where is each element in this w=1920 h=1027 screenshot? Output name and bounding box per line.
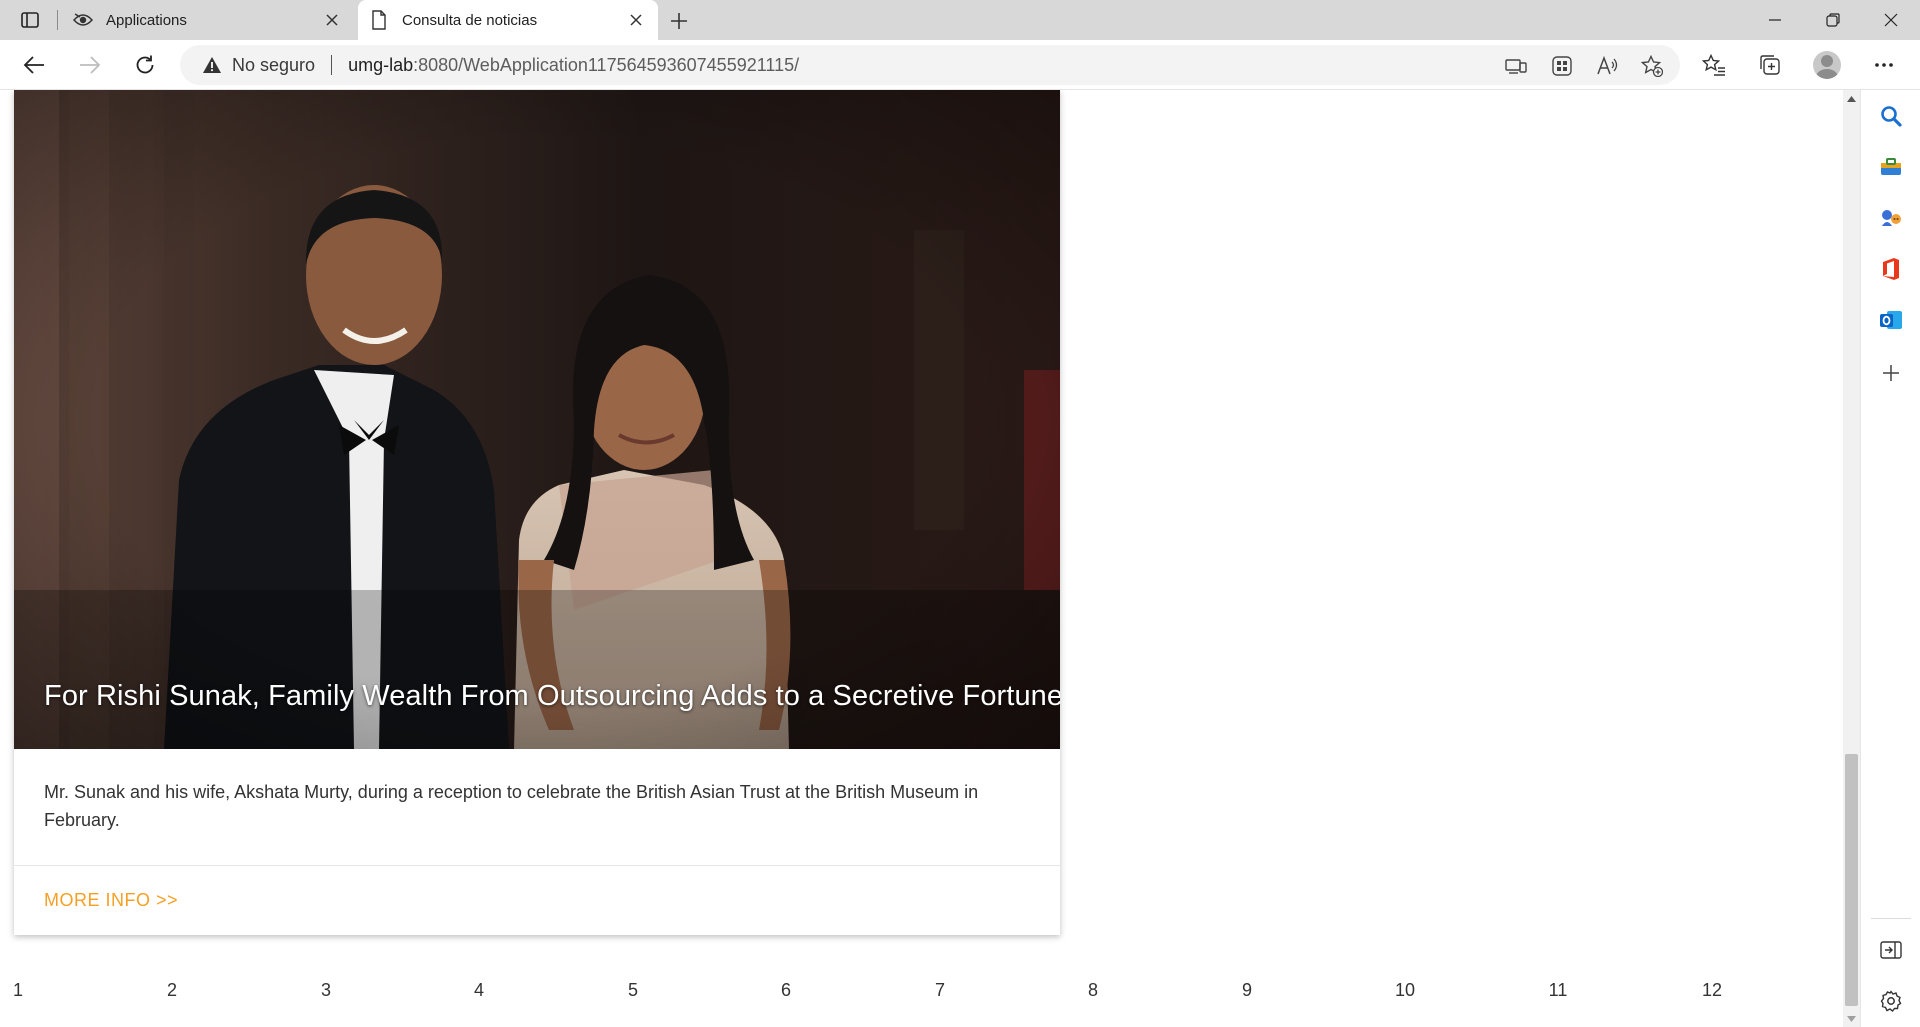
vertical-scrollbar[interactable] — [1843, 90, 1860, 1027]
close-window-icon[interactable] — [1868, 0, 1914, 40]
favorites-icon[interactable] — [1698, 49, 1730, 81]
back-icon[interactable] — [18, 49, 50, 81]
read-aloud-icon[interactable] — [1596, 55, 1618, 77]
add-favorite-icon[interactable] — [1641, 55, 1663, 77]
more-options-icon[interactable] — [1868, 49, 1900, 81]
outlook-icon[interactable] — [1876, 305, 1906, 335]
collections-icon[interactable] — [1754, 49, 1786, 81]
article-headline[interactable]: For Rishi Sunak, Family Wealth From Outs… — [44, 680, 1060, 713]
settings-icon[interactable] — [1876, 986, 1906, 1016]
refresh-icon[interactable] — [129, 49, 161, 81]
news-card: For Rishi Sunak, Family Wealth From Outs… — [14, 90, 1060, 935]
page-link[interactable]: 4 — [474, 980, 484, 1001]
tab-applications[interactable]: Applications — [62, 0, 354, 40]
page-link[interactable]: 11 — [1549, 980, 1568, 1001]
page-viewport: For Rishi Sunak, Family Wealth From Outs… — [0, 90, 1843, 1027]
office-icon[interactable] — [1876, 254, 1906, 284]
page-link[interactable]: 3 — [321, 980, 331, 1001]
address-bar[interactable]: No seguro umg-lab:8080/WebApplication117… — [180, 45, 1680, 85]
address-divider — [331, 55, 333, 75]
tab-consulta-de-noticias[interactable]: Consulta de noticias — [358, 0, 658, 40]
article-caption: Mr. Sunak and his wife, Akshata Murty, d… — [44, 782, 979, 830]
tab-separator — [57, 10, 58, 30]
sidebar-divider — [1871, 918, 1911, 919]
eye-favicon-icon — [72, 9, 94, 31]
warning-icon[interactable] — [202, 55, 222, 75]
forward-icon — [74, 49, 106, 81]
page-link[interactable]: 9 — [1242, 980, 1252, 1001]
page-link[interactable]: 2 — [167, 980, 177, 1001]
add-icon[interactable] — [1876, 358, 1906, 388]
hide-sidebar-icon[interactable] — [1876, 935, 1906, 965]
tab-title: Consulta de noticias — [402, 11, 538, 29]
url-text[interactable]: umg-lab:8080/WebApplication1175645936074… — [348, 55, 799, 76]
page-link[interactable]: 12 — [1702, 980, 1722, 1001]
apps-icon[interactable] — [1551, 55, 1573, 77]
edge-sidebar — [1860, 90, 1920, 1027]
page-link[interactable]: 5 — [628, 980, 638, 1001]
page-link[interactable]: 6 — [781, 980, 791, 1001]
page-link[interactable]: 7 — [935, 980, 945, 1001]
search-icon[interactable] — [1876, 101, 1906, 131]
browser-toolbar: No seguro umg-lab:8080/WebApplication117… — [0, 40, 1920, 90]
tab-title: Applications — [106, 11, 187, 29]
close-tab-icon[interactable] — [624, 8, 648, 32]
page-link[interactable]: 1 — [13, 980, 23, 1001]
device-icon[interactable] — [1505, 55, 1527, 77]
minimize-icon[interactable] — [1752, 0, 1798, 40]
restore-icon[interactable] — [1810, 0, 1856, 40]
url-path: :8080/WebApplication11756459360745592111… — [413, 54, 800, 75]
pagination: 1 2 3 4 5 6 7 8 9 10 11 12 — [0, 980, 1843, 1010]
scroll-down-icon[interactable] — [1843, 1010, 1860, 1027]
scroll-up-icon[interactable] — [1843, 90, 1860, 107]
security-status[interactable]: No seguro — [232, 55, 315, 76]
more-info-link[interactable]: MORE INFO >> — [44, 890, 178, 911]
url-host: umg-lab — [348, 54, 414, 75]
tools-icon[interactable] — [1876, 152, 1906, 182]
close-tab-icon[interactable] — [320, 8, 344, 32]
tab-strip: Applications Consulta de noticias — [0, 0, 1920, 40]
games-icon[interactable] — [1876, 203, 1906, 233]
page-link[interactable]: 10 — [1395, 980, 1415, 1001]
card-divider — [14, 865, 1060, 866]
tab-actions-icon[interactable] — [14, 8, 46, 32]
new-tab-icon[interactable] — [664, 6, 694, 36]
profile-avatar[interactable] — [1813, 51, 1841, 79]
page-favicon-icon — [368, 9, 390, 31]
page-link[interactable]: 8 — [1088, 980, 1098, 1001]
news-photo: For Rishi Sunak, Family Wealth From Outs… — [14, 90, 1060, 749]
scrollbar-thumb[interactable] — [1845, 754, 1858, 1006]
